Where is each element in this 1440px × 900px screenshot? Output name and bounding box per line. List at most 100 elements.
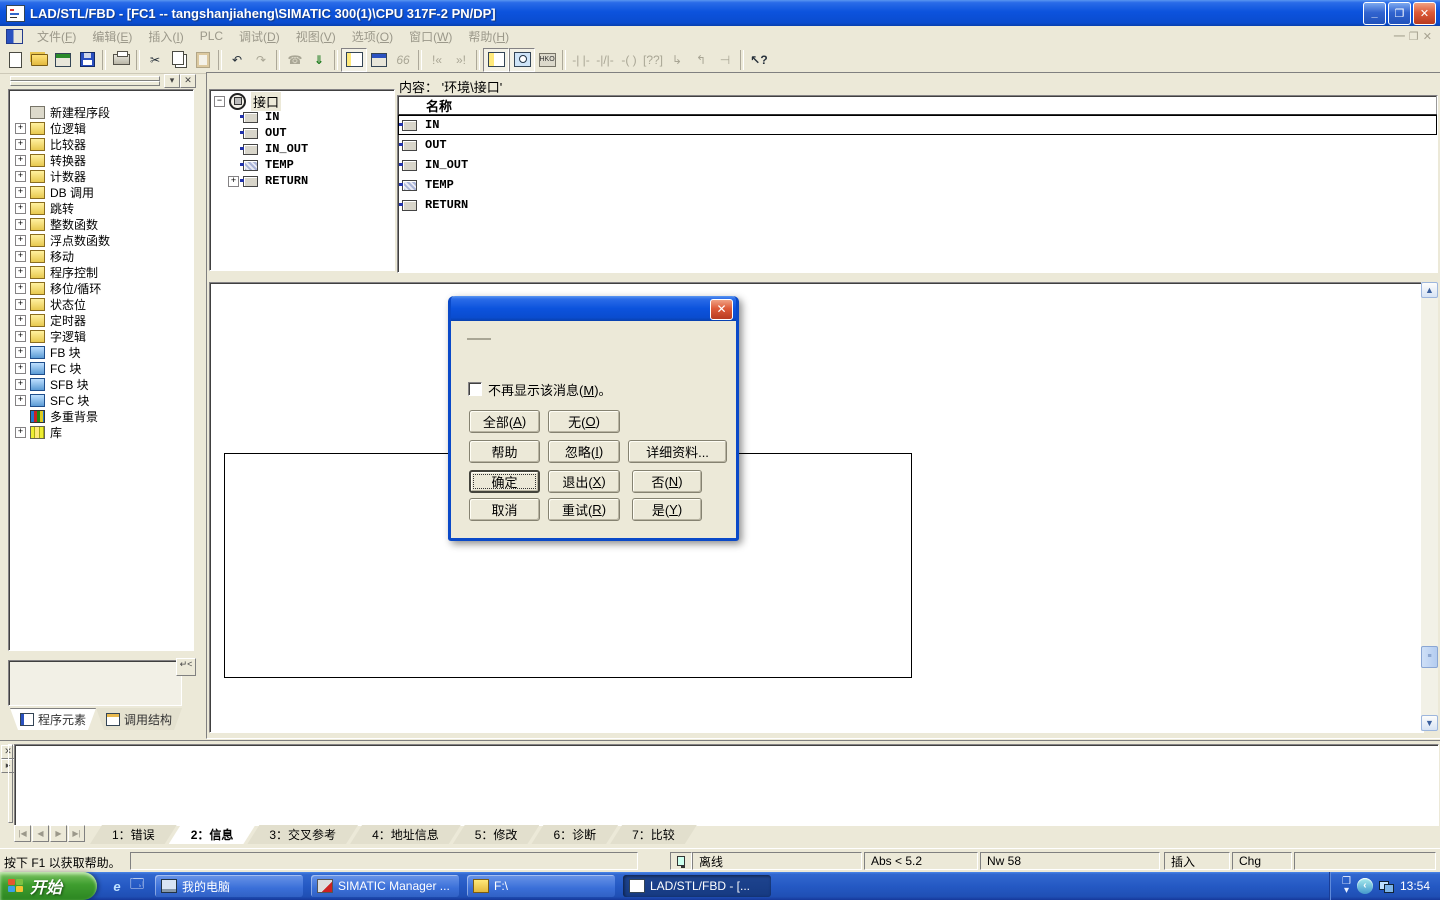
contact-nc-icon[interactable]: -|/|- — [593, 49, 617, 71]
undo-icon[interactable]: ↶ — [225, 49, 249, 71]
no-button[interactable]: 否(N) — [632, 470, 702, 493]
tree-item[interactable]: 定时器 — [9, 312, 193, 328]
tree-item[interactable]: 移位/循环 — [9, 280, 193, 296]
expand-plus-icon[interactable] — [15, 171, 26, 182]
ignore-button[interactable]: 忽略(I) — [548, 440, 620, 463]
output-drag-handle[interactable] — [8, 744, 13, 823]
expand-plus-icon[interactable] — [15, 379, 26, 390]
minimize-button[interactable]: _ — [1363, 2, 1386, 25]
interface-root-row[interactable]: − 接口 — [214, 93, 394, 109]
tree-item[interactable]: 比较器 — [9, 136, 193, 152]
retry-button[interactable]: 重试(R) — [548, 498, 620, 521]
dont-show-again-checkbox[interactable] — [468, 382, 482, 396]
expand-plus-icon[interactable] — [15, 235, 26, 246]
expand-plus-icon[interactable] — [15, 203, 26, 214]
help-button[interactable]: 帮助 — [469, 440, 540, 463]
vertical-scrollbar[interactable]: ▲ ≡ ▼ — [1421, 282, 1438, 731]
menu-edit[interactable]: 编辑(E) — [84, 26, 140, 47]
tab-scroll-next-icon[interactable]: ▶ — [50, 825, 67, 842]
tree-item[interactable]: DB 调用 — [9, 184, 193, 200]
quicklaunch-icon[interactable]: 🗔 — [127, 876, 147, 896]
save-icon[interactable] — [75, 49, 99, 71]
details-button[interactable]: 详细资料... — [628, 440, 727, 463]
palette-drag-handle[interactable]: ▾ ✕ — [8, 74, 196, 86]
tree-item[interactable]: 跳转 — [9, 200, 193, 216]
expand-plus-icon[interactable] — [15, 219, 26, 230]
all-button[interactable]: 全部(A) — [469, 410, 540, 433]
expand-plus-icon[interactable] — [15, 187, 26, 198]
mdi-close-icon[interactable]: ✕ — [1423, 30, 1432, 43]
cancel-button[interactable]: 取消 — [469, 498, 540, 521]
tab-cross-reference[interactable]: 3：交叉参考 — [247, 825, 358, 844]
expand-plus-icon[interactable] — [15, 283, 26, 294]
table-row[interactable]: OUT — [398, 135, 1437, 155]
tree-item[interactable]: 新建程序段 — [9, 104, 193, 120]
restore-button[interactable]: ❐ — [1388, 2, 1411, 25]
empty-box-icon[interactable]: [??] — [641, 49, 665, 71]
menu-help[interactable]: 帮助(H) — [460, 26, 517, 47]
tree-item[interactable]: 程序控制 — [9, 264, 193, 280]
tree-item[interactable]: 多重背景 — [9, 408, 193, 424]
expand-plus-icon[interactable] — [15, 427, 26, 438]
tab-modify[interactable]: 5：修改 — [453, 825, 540, 844]
overview-toggle-icon[interactable] — [341, 48, 367, 72]
tree-item[interactable]: 字逻辑 — [9, 328, 193, 344]
expand-plus-icon[interactable] — [15, 331, 26, 342]
tree-item[interactable]: 浮点数函数 — [9, 232, 193, 248]
menu-insert[interactable]: 插入(I) — [140, 26, 191, 47]
expand-plus-icon[interactable] — [15, 363, 26, 374]
tab-errors[interactable]: 1：错误 — [90, 825, 177, 844]
copy-icon[interactable] — [167, 49, 191, 71]
taskbar-simatic-manager[interactable]: SIMATIC Manager ... — [311, 875, 459, 897]
tree-item[interactable]: SFC 块 — [9, 392, 193, 408]
close-button[interactable]: ✕ — [1413, 2, 1436, 25]
t-branch-icon[interactable]: ⊣ — [713, 49, 737, 71]
tree-item[interactable]: SFB 块 — [9, 376, 193, 392]
tab-diagnostics[interactable]: 6：诊断 — [531, 825, 618, 844]
tab-address-info[interactable]: 4：地址信息 — [350, 825, 461, 844]
paste-icon[interactable] — [191, 49, 215, 71]
exit-button[interactable]: 退出(X) — [548, 470, 620, 493]
ie-quicklaunch-icon[interactable]: e — [107, 876, 127, 896]
coil-icon[interactable]: -( ) — [617, 49, 641, 71]
expand-plus-icon[interactable] — [15, 123, 26, 134]
tab-scroll-first-icon[interactable]: |◀ — [14, 825, 31, 842]
connect-icon[interactable]: ☎ — [283, 49, 307, 71]
insert-element-icon[interactable]: ↵< — [176, 658, 196, 676]
open-branch-icon[interactable]: ↳ — [665, 49, 689, 71]
contact-no-icon[interactable]: -| |- — [569, 49, 593, 71]
goto-previous-error-icon[interactable]: !« — [425, 49, 449, 71]
menu-debug[interactable]: 调试(D) — [231, 26, 288, 47]
menu-plc[interactable]: PLC — [192, 27, 231, 45]
new-network-icon[interactable]: HKO — [535, 49, 559, 71]
tab-info[interactable]: 2：信息 — [169, 825, 256, 844]
menu-window[interactable]: 窗口(W) — [401, 26, 460, 47]
open-icon[interactable] — [27, 49, 51, 71]
expand-plus-icon[interactable] — [15, 251, 26, 262]
tab-call-structure[interactable]: 调用结构 — [96, 708, 182, 730]
interface-child-row[interactable]: RETURN — [214, 173, 394, 189]
network-tray-icon[interactable] — [1379, 881, 1394, 892]
cut-icon[interactable]: ✂ — [143, 49, 167, 71]
menu-view[interactable]: 视图(V) — [288, 26, 344, 47]
ok-button[interactable]: 确定 — [469, 470, 540, 493]
code-area[interactable] — [209, 282, 1424, 733]
dialog-close-icon[interactable]: ✕ — [710, 299, 733, 320]
expand-plus-icon[interactable] — [15, 395, 26, 406]
blocks-icon[interactable] — [367, 49, 391, 71]
tree-item[interactable]: 转换器 — [9, 152, 193, 168]
mdi-minimize-icon[interactable]: — — [1394, 30, 1405, 43]
expand-plus-icon[interactable] — [15, 315, 26, 326]
redo-icon[interactable]: ↷ — [249, 49, 273, 71]
monitor-glasses-icon[interactable]: 66 — [391, 49, 415, 71]
expand-plus-icon[interactable] — [15, 347, 26, 358]
tree-item[interactable]: 位逻辑 — [9, 120, 193, 136]
tree-item[interactable]: FC 块 — [9, 360, 193, 376]
context-help-icon[interactable]: ↖? — [747, 49, 771, 71]
table-row[interactable]: RETURN — [398, 195, 1437, 215]
tree-item[interactable]: FB 块 — [9, 344, 193, 360]
tree-item[interactable]: 库 — [9, 424, 193, 440]
table-row[interactable]: TEMP — [398, 175, 1437, 195]
goto-next-error-icon[interactable]: »! — [449, 49, 473, 71]
taskbar-lad-stl-fbd[interactable]: LAD/STL/FBD - [... — [623, 875, 771, 897]
